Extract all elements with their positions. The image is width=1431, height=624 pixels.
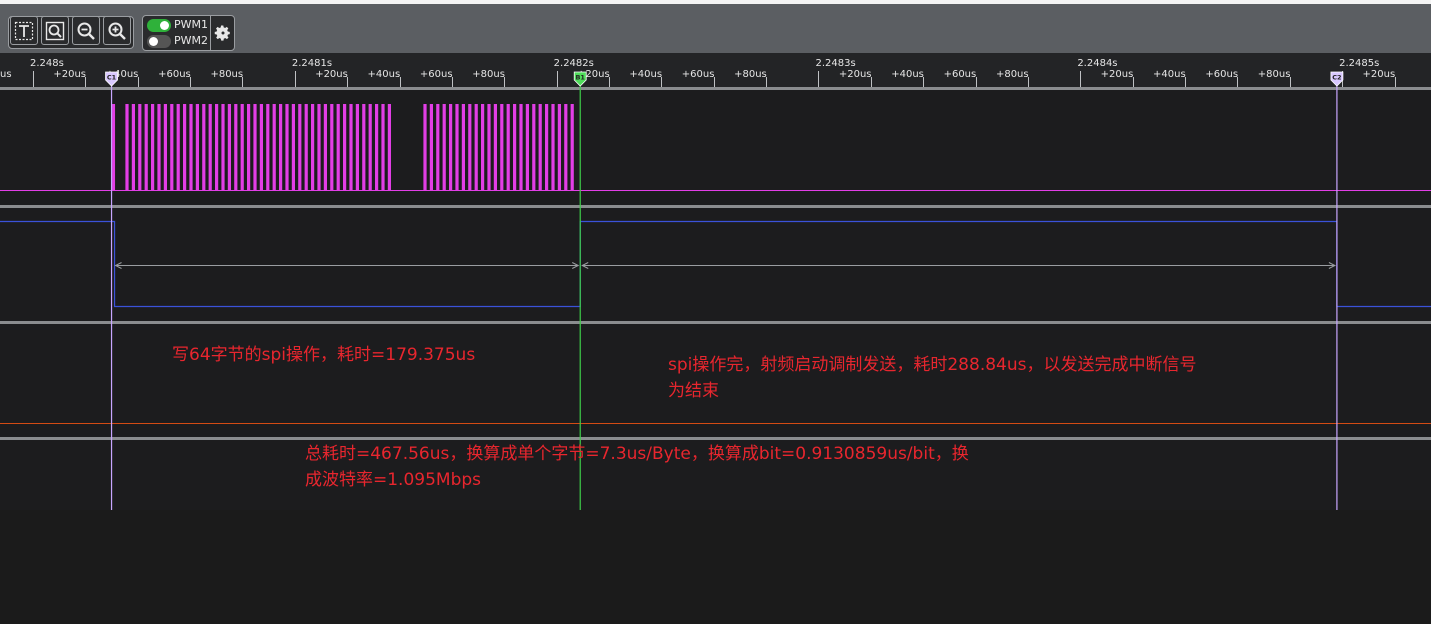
cursor-label-b1: B1 [575,74,585,82]
rf-annotation-line2: 为结束 [668,381,719,401]
empty-area [0,510,1431,624]
cursor-label-c2: C2 [1332,74,1341,82]
total-annotation-line1: 总耗时=467.56us，换算成单个字节=7.3us/Byte，换算成bit=0… [305,444,969,464]
rf-annotation-line1: spi操作完，射频启动调制发送，耗时288.84us，以发送完成中断信号 [668,355,1197,375]
pwm2-signal [0,220,1431,308]
total-annotation-line2: 成波特率=1.095Mbps [305,470,482,490]
spi-write-annotation: 写64字节的spi操作，耗时=179.375us [172,345,476,365]
cursor-label-c1: C1 [107,74,117,82]
